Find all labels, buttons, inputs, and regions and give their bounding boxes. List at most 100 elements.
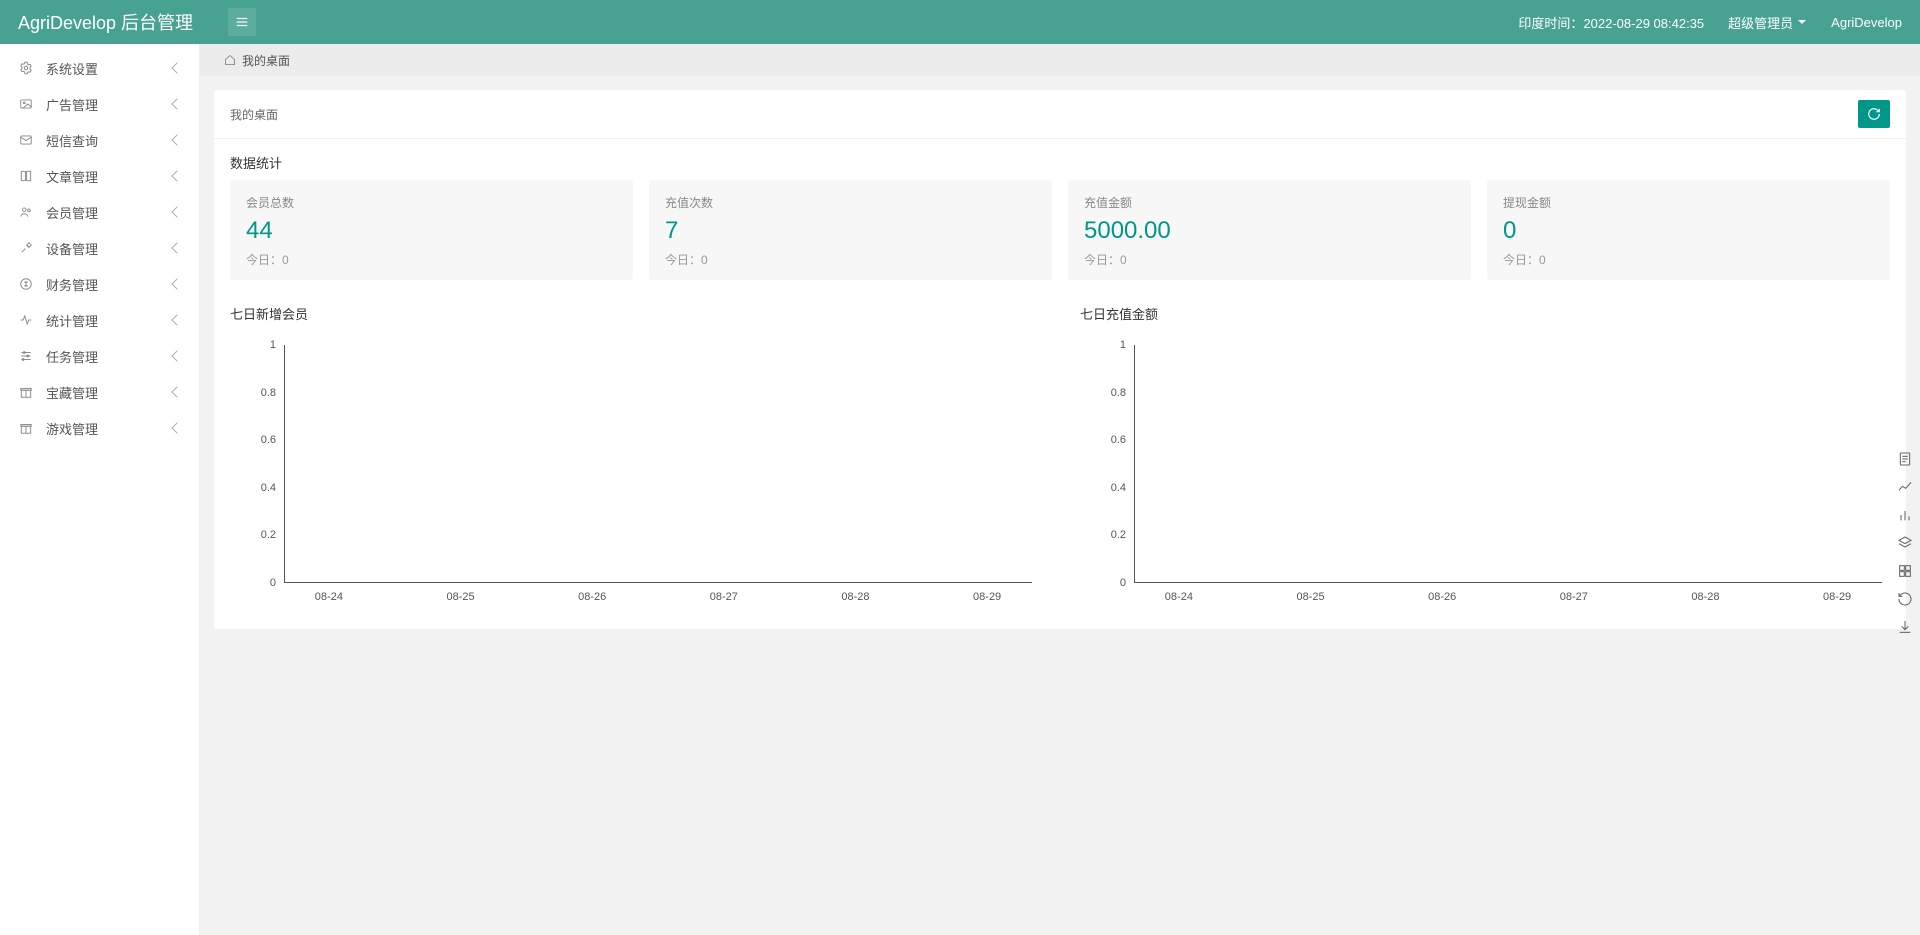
sidebar-item-1[interactable]: 广告管理	[0, 86, 199, 122]
sidebar-item-label: 文章管理	[46, 167, 161, 186]
chart-new-members: 七日新增会员 00.20.40.60.8108-2408-2508-2608-2…	[230, 304, 1040, 609]
x-tick-label: 08-27	[1560, 591, 1588, 603]
toolbox-switch-line[interactable]	[1896, 478, 1914, 496]
chevron-left-icon	[171, 314, 182, 325]
main-area: 我的桌面 我的桌面 数据统计 会员总数 44 今日：0 充值次数 7 今日：0 充值金额50…	[200, 44, 1920, 935]
restore-icon	[1897, 591, 1913, 607]
x-tick-label: 08-24	[1165, 591, 1193, 603]
stat-card-1: 充值次数 7 今日：0	[649, 180, 1052, 280]
chart-toolbox	[1896, 450, 1914, 636]
sidebar-item-label: 财务管理	[46, 275, 161, 294]
chevron-left-icon	[171, 278, 182, 289]
tab-label: 我的桌面	[242, 52, 290, 69]
stat-today: 今日：0	[246, 251, 617, 268]
sidebar-item-10[interactable]: 游戏管理	[0, 410, 199, 446]
sidebar-item-9[interactable]: 宝藏管理	[0, 374, 199, 410]
sidebar-item-7[interactable]: 统计管理	[0, 302, 199, 338]
chart-1: 00.20.40.60.8108-2408-2508-2608-2708-280…	[254, 339, 1036, 609]
sidebar-item-6[interactable]: 财务管理	[0, 266, 199, 302]
chevron-left-icon	[171, 386, 182, 397]
caret-down-icon	[1797, 17, 1807, 27]
admin-menu[interactable]: 超级管理员	[1728, 13, 1807, 32]
x-tick-label: 08-29	[973, 591, 1001, 603]
stat-value: 7	[665, 217, 1036, 245]
stat-today: 今日：0	[665, 251, 1036, 268]
sidebar: 系统设置广告管理短信查询文章管理会员管理设备管理财务管理统计管理任务管理宝藏管理…	[0, 44, 200, 935]
mail-icon	[18, 133, 34, 147]
line-chart-icon	[1897, 479, 1913, 495]
x-tick-label: 08-26	[1428, 591, 1456, 603]
toolbox-save[interactable]	[1896, 618, 1914, 636]
toolbox-data-view[interactable]	[1896, 450, 1914, 468]
x-tick-label: 08-29	[1823, 591, 1851, 603]
sidebar-item-4[interactable]: 会员管理	[0, 194, 199, 230]
chevron-left-icon	[171, 242, 182, 253]
sidebar-item-label: 游戏管理	[46, 419, 161, 438]
chevron-left-icon	[171, 170, 182, 181]
book-icon	[18, 169, 34, 183]
toolbox-switch-bar[interactable]	[1896, 506, 1914, 524]
chevron-left-icon	[171, 98, 182, 109]
toolbox-switch-stack[interactable]	[1896, 534, 1914, 552]
sidebar-item-label: 广告管理	[46, 95, 161, 114]
chart-recharge-amount: 七日充值金额 00.20.40.60.8108-2408-2508-2608-2…	[1080, 304, 1890, 609]
stat-label: 会员总数	[246, 194, 617, 211]
document-icon	[1897, 451, 1913, 467]
content-header: 我的桌面	[214, 90, 1906, 139]
image-icon	[18, 97, 34, 111]
y-tick-label: 0.6	[261, 434, 276, 446]
x-tick-label: 08-26	[578, 591, 606, 603]
chevron-left-icon	[171, 422, 182, 433]
x-tick-label: 08-25	[446, 591, 474, 603]
stat-value: 0	[1503, 217, 1874, 245]
stack-icon	[1897, 535, 1913, 551]
chevron-left-icon	[171, 206, 182, 217]
chart-title-2: 七日充值金额	[1080, 304, 1890, 323]
tab-my-desktop[interactable]: 我的桌面	[214, 48, 300, 73]
menu-icon	[235, 15, 249, 29]
charts-row: 七日新增会员 0 0.2 0.4 0.6 0.8 1 08-24 08-25 08-26 08-2…	[214, 298, 1906, 629]
content-card: 我的桌面 数据统计 会员总数 44 今日：0 充值次数 7 今日：0 充值金额5000.00…	[214, 90, 1906, 629]
refresh-button[interactable]	[1858, 100, 1890, 128]
chevron-left-icon	[171, 350, 182, 361]
stat-card-2: 充值金额5000.00今日：0	[1068, 180, 1471, 280]
stats-section-title: 数据统计	[214, 139, 1906, 180]
home-icon	[224, 54, 236, 66]
sidebar-item-label: 会员管理	[46, 203, 161, 222]
stats-row: 会员总数44今日：0充值次数7今日：0充值金额5000.00今日：0提现金额0今…	[214, 180, 1906, 298]
header-right: 印度时间：2022-08-29 08:42:35 超级管理员 AgriDevel…	[1518, 13, 1902, 32]
y-tick-label: 0.6	[1111, 434, 1126, 446]
x-tick-label: 08-28	[841, 591, 869, 603]
y-tick-label: 0.4	[261, 482, 276, 494]
tools-icon	[18, 241, 34, 255]
toolbox-restore[interactable]	[1896, 590, 1914, 608]
toolbox-switch-tiled[interactable]	[1896, 562, 1914, 580]
sidebar-item-3[interactable]: 文章管理	[0, 158, 199, 194]
y-tick-label: 0.2	[1111, 529, 1126, 541]
stat-label: 充值次数	[665, 194, 1036, 211]
chart-title-1: 七日新增会员	[230, 304, 1040, 323]
x-tick-label: 08-28	[1691, 591, 1719, 603]
stat-card-0: 会员总数 44 今日：0	[230, 180, 633, 280]
gift-icon	[18, 385, 34, 399]
sidebar-item-label: 设备管理	[46, 239, 161, 258]
stat-card-3: 提现金额0今日：0	[1487, 180, 1890, 280]
y-tick-label: 1	[1120, 339, 1126, 351]
pulse-icon	[18, 313, 34, 327]
admin-user: AgriDevelop	[1831, 15, 1902, 30]
sidebar-item-label: 统计管理	[46, 311, 161, 330]
grid-icon	[1897, 563, 1913, 579]
sidebar-item-0[interactable]: 系统设置	[0, 50, 199, 86]
y-tick-label: 0.8	[261, 387, 276, 399]
sidebar-toggle-button[interactable]	[228, 8, 256, 36]
sidebar-item-label: 系统设置	[46, 59, 161, 78]
y-tick-label: 0	[270, 577, 276, 589]
stat-value: 44	[246, 217, 617, 245]
stat-today: 今日：0	[1503, 251, 1874, 268]
y-tick-label: 0.4	[1111, 482, 1126, 494]
sidebar-item-2[interactable]: 短信查询	[0, 122, 199, 158]
sidebar-item-label: 短信查询	[46, 131, 161, 150]
sidebar-item-8[interactable]: 任务管理	[0, 338, 199, 374]
sidebar-item-5[interactable]: 设备管理	[0, 230, 199, 266]
x-tick-label: 08-25	[1296, 591, 1324, 603]
